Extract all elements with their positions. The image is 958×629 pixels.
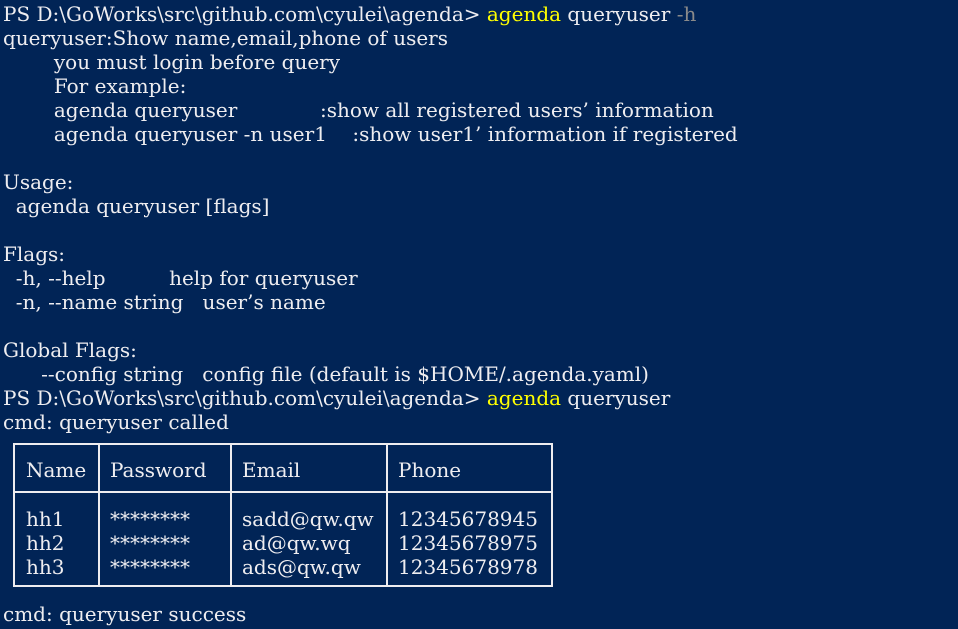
table-cell-email: ads@qw.qw	[242, 555, 361, 579]
table-divider	[386, 445, 388, 585]
help-note: you must login before query	[3, 50, 341, 74]
table-cell-name: hh2	[26, 531, 65, 555]
table-divider	[98, 445, 100, 585]
global-flags-header: Global Flags:	[3, 338, 137, 362]
help-example-header: For example:	[3, 74, 187, 98]
help-example-line: agenda queryuser -n user1 :show user1’ i…	[3, 122, 738, 146]
table-cell-email: ad@qw.wq	[242, 531, 351, 555]
help-example-line: agenda queryuser :show all registered us…	[3, 98, 714, 122]
table-cell-name: hh3	[26, 555, 65, 579]
table-cell-password: ********	[110, 507, 190, 531]
usage-line: agenda queryuser [flags]	[3, 194, 270, 218]
powershell-terminal[interactable]: PS D:\GoWorks\src\github.com\cyulei\agen…	[0, 0, 958, 629]
table-cell-email: sadd@qw.qw	[242, 507, 374, 531]
prompt: PS D:\GoWorks\src\github.com\cyulei\agen…	[3, 386, 487, 410]
table-header-phone: Phone	[398, 458, 462, 482]
command-args: queryuser	[561, 386, 671, 410]
help-description: queryuser:Show name,email,phone of users	[3, 26, 448, 50]
table-header-email: Email	[242, 458, 301, 482]
table-cell-phone: 12345678945	[398, 507, 538, 531]
table-cell-password: ********	[110, 531, 190, 555]
flags-header: Flags:	[3, 242, 66, 266]
prompt: PS D:\GoWorks\src\github.com\cyulei\agen…	[3, 2, 487, 26]
users-table: Name Password Email Phone hh1 ******** s…	[13, 443, 553, 587]
table-divider	[230, 445, 232, 585]
success-message: cmd: queryuser success	[3, 602, 247, 626]
command-program: agenda	[486, 2, 562, 26]
table-cell-phone: 12345678978	[398, 555, 538, 579]
command-line-query: PS D:\GoWorks\src\github.com\cyulei\agen…	[3, 386, 670, 410]
table-header-divider	[15, 491, 551, 493]
global-flag-line: --config string config file (default is …	[3, 362, 649, 386]
command-line-help: PS D:\GoWorks\src\github.com\cyulei\agen…	[3, 2, 696, 26]
table-cell-name: hh1	[26, 507, 65, 531]
table-header-name: Name	[26, 458, 87, 482]
command-args: queryuser	[561, 2, 677, 26]
table-cell-phone: 12345678975	[398, 531, 538, 555]
command-program: agenda	[486, 386, 562, 410]
table-cell-password: ********	[110, 555, 190, 579]
table-header-password: Password	[110, 458, 207, 482]
flag-line: -h, --help help for queryuser	[3, 266, 358, 290]
command-flag: -h	[676, 2, 697, 26]
usage-header: Usage:	[3, 170, 74, 194]
flag-line: -n, --name string user’s name	[3, 290, 326, 314]
called-message: cmd: queryuser called	[3, 410, 229, 434]
